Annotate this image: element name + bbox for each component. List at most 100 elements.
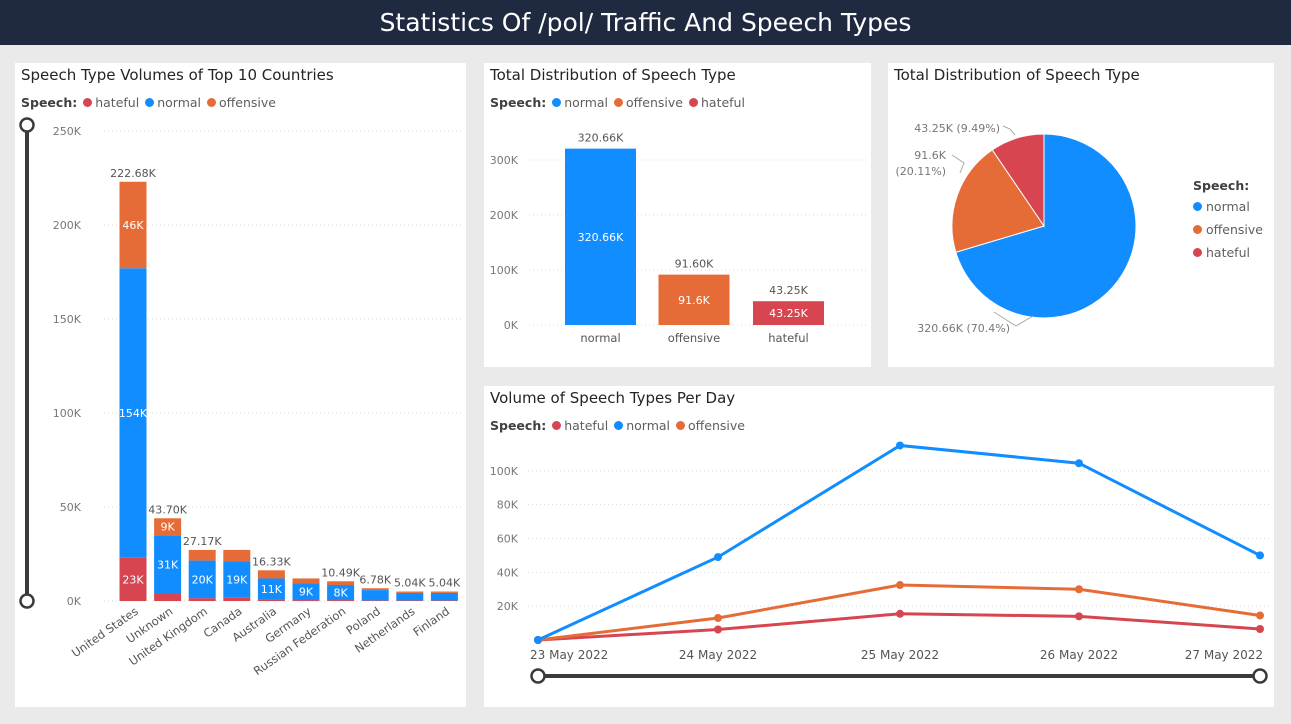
total-bar-chart: 0K 100K 200K 300K 320.66K 320.66K normal 91.60K… <box>490 132 869 345</box>
total-label: 6.78K <box>359 573 391 586</box>
bar-segment-offensive[interactable] <box>292 578 320 584</box>
x-tick-label: offensive <box>668 331 720 345</box>
x-tick-label: Finland <box>410 604 452 639</box>
y-tick-label: 20K <box>497 600 519 613</box>
y-tick-label: 200K <box>53 219 82 232</box>
bar-segment-normal[interactable] <box>430 592 458 601</box>
total-label: 5.04K <box>429 577 461 590</box>
data-point-offensive[interactable] <box>1256 611 1264 620</box>
range-slider-handle-bottom[interactable] <box>19 593 35 609</box>
data-point-offensive[interactable] <box>1075 585 1083 594</box>
daily-line-panel: Volume of Speech Types Per Day Speech: h… <box>484 386 1274 707</box>
pie-slice-label: 91.6K <box>914 149 946 162</box>
pie-slice-label: (20.11%) <box>895 165 946 178</box>
bar-segment-offensive[interactable] <box>188 549 216 561</box>
legend-dot-hateful <box>1193 248 1202 257</box>
segment-label: 9K <box>160 521 175 534</box>
total-label: 16.33K <box>252 555 291 568</box>
y-tick-label: 250K <box>53 125 82 138</box>
legend-label: offensive <box>1206 222 1263 237</box>
bar-segment-normal[interactable] <box>396 592 424 601</box>
country-stacked-bar-panel: Speech Type Volumes of Top 10 Countries … <box>15 63 466 707</box>
y-tick-label: 150K <box>53 313 82 326</box>
y-tick-label: 0K <box>67 595 82 608</box>
pie-slice-label: 43.25K (9.49%) <box>914 122 1000 135</box>
data-point-hateful[interactable] <box>1256 625 1264 634</box>
legend-label: hateful <box>1206 245 1250 260</box>
daily-line-chart: 20K 40K 60K 80K 100K 23 May 2022 24 May 2022 25… <box>490 441 1270 684</box>
bar-segment-hateful[interactable] <box>223 597 251 601</box>
x-tick-label: 27 May 2022 <box>1185 648 1263 662</box>
segment-label: 11K <box>261 583 283 596</box>
y-tick-label: 0K <box>504 319 519 332</box>
legend-item-offensive[interactable]: offensive <box>1193 222 1263 237</box>
total-label: 43.70K <box>148 503 187 516</box>
bar-segment-offensive[interactable] <box>396 591 424 593</box>
legend-item-normal[interactable]: normal <box>1193 199 1263 214</box>
bar-segment-offensive[interactable] <box>361 588 389 591</box>
y-tick-label: 200K <box>490 209 519 222</box>
segment-label: 154K <box>119 407 148 420</box>
bar-segment-offensive[interactable] <box>257 570 285 579</box>
legend-dot-offensive <box>1193 225 1202 234</box>
data-point-normal[interactable] <box>896 441 904 450</box>
x-tick-label: 24 May 2022 <box>679 648 757 662</box>
data-point-offensive[interactable] <box>714 614 722 623</box>
legend-item-hateful[interactable]: hateful <box>1193 245 1263 260</box>
bar-segment-hateful[interactable] <box>327 600 355 601</box>
segment-label: 46K <box>122 219 144 232</box>
bar-top-label: 43.25K <box>769 284 808 297</box>
date-slider-handle-start[interactable] <box>530 668 546 684</box>
leader-line <box>951 154 965 174</box>
bar-segment-hateful[interactable] <box>396 600 424 601</box>
x-tick-label: normal <box>580 331 620 345</box>
page-header: Statistics Of /pol/ Traffic And Speech T… <box>0 0 1291 45</box>
data-point-normal[interactable] <box>1256 551 1264 560</box>
y-tick-label: 40K <box>497 566 519 579</box>
segment-label: 8K <box>333 587 348 600</box>
legend-title: Speech: <box>1193 178 1250 193</box>
total-label: 27.17K <box>183 535 222 548</box>
data-point-normal[interactable] <box>714 553 722 562</box>
data-point-normal[interactable] <box>534 636 542 644</box>
bar-segment-hateful[interactable] <box>430 600 458 601</box>
bar-segment-offensive[interactable] <box>223 549 251 562</box>
bar-segment-offensive[interactable] <box>327 581 355 586</box>
bar-segment-normal[interactable] <box>361 590 389 601</box>
pie-panel: Total Distribution of Speech Type 320.66… <box>888 63 1274 367</box>
bar-segment-hateful[interactable] <box>188 598 216 601</box>
bar-inner-label: 91.6K <box>678 294 710 307</box>
data-point-offensive[interactable] <box>896 581 904 590</box>
leader-line <box>1002 125 1016 136</box>
total-label: 5.04K <box>394 577 426 590</box>
bar-inner-label: 43.25K <box>769 307 808 320</box>
bar-segment-offensive[interactable] <box>430 591 458 593</box>
segment-label: 20K <box>192 573 214 586</box>
data-point-hateful[interactable] <box>896 609 904 618</box>
y-tick-label: 100K <box>53 407 82 420</box>
total-label: 222.68K <box>110 167 156 180</box>
segment-label: 19K <box>226 573 248 586</box>
x-tick-label: 23 May 2022 <box>530 648 608 662</box>
bar-segment-hateful[interactable] <box>292 600 320 601</box>
y-tick-label: 60K <box>497 533 519 546</box>
x-tick-label: 26 May 2022 <box>1040 648 1118 662</box>
range-slider-handle-top[interactable] <box>19 117 35 133</box>
page-title: Statistics Of /pol/ Traffic And Speech T… <box>379 8 912 37</box>
segment-label: 31K <box>157 558 179 571</box>
pie-slice-label: 320.66K (70.4%) <box>917 322 1010 335</box>
legend-dot-normal <box>1193 202 1202 211</box>
data-point-normal[interactable] <box>1075 459 1083 468</box>
total-label: 10.49K <box>321 566 360 579</box>
country-stacked-bar-chart: 0K50K100K150K200K250K23K154K46K222.68KUn… <box>19 117 461 678</box>
data-point-hateful[interactable] <box>714 625 722 634</box>
bar-segment-hateful[interactable] <box>154 593 182 601</box>
bar-segment-hateful[interactable] <box>361 600 389 601</box>
segment-label: 23K <box>122 573 144 586</box>
date-slider-handle-end[interactable] <box>1252 668 1268 684</box>
y-tick-label: 80K <box>497 499 519 512</box>
bar-segment-hateful[interactable] <box>257 599 285 601</box>
y-tick-label: 50K <box>60 501 82 514</box>
data-point-hateful[interactable] <box>1075 612 1083 621</box>
legend-label: normal <box>1206 199 1250 214</box>
